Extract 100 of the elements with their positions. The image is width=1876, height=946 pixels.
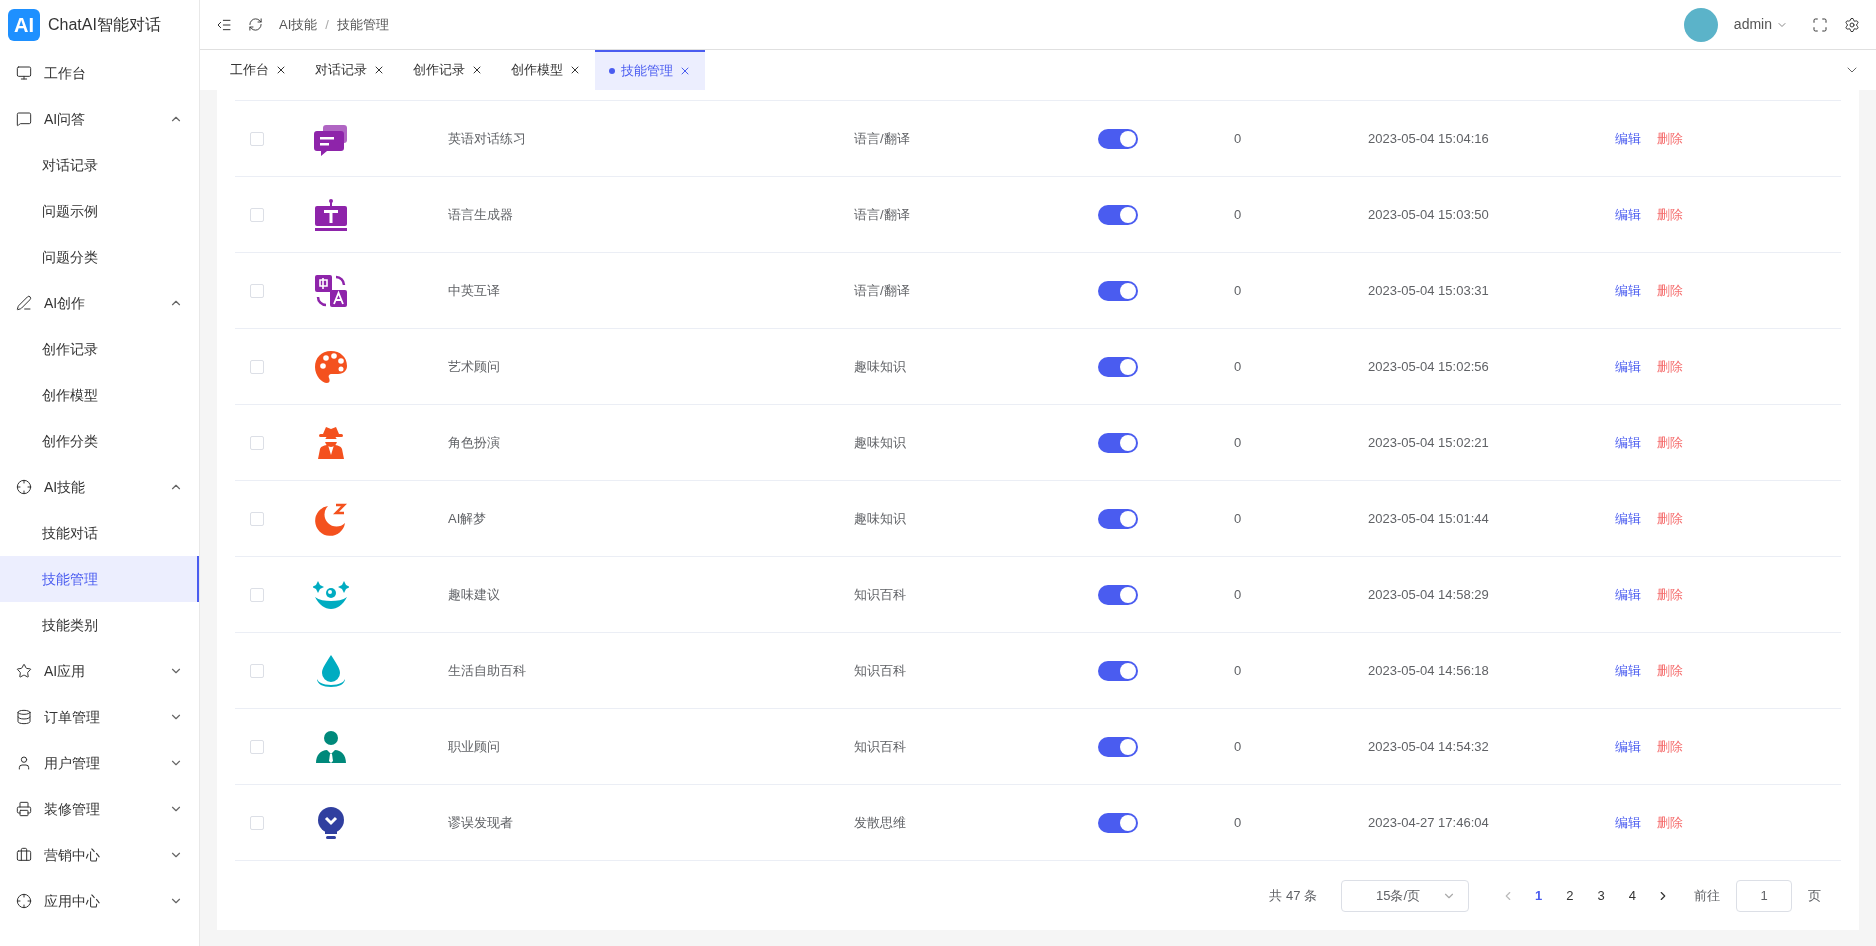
edit-link[interactable]: 编辑: [1615, 508, 1641, 529]
goto-page-field[interactable]: 1: [1736, 879, 1792, 912]
status-switch[interactable]: [1098, 356, 1138, 377]
status-switch[interactable]: [1098, 128, 1138, 149]
sidebar-subitem[interactable]: 创作模型: [0, 372, 199, 418]
table-cell-text: 谬误发现者: [448, 813, 514, 832]
sidebar-item[interactable]: 订单管理: [0, 694, 199, 740]
breadcrumb-item[interactable]: 技能管理: [336, 14, 389, 35]
sidebar-subitem[interactable]: 创作分类: [0, 418, 199, 464]
status-switch[interactable]: [1098, 812, 1138, 833]
table-cell-text: 0: [1234, 281, 1243, 300]
sidebar-subitem[interactable]: 技能管理: [0, 556, 199, 602]
status-switch[interactable]: [1098, 736, 1138, 757]
table-cell-text: 语言生成器: [448, 205, 514, 224]
sidebar-item[interactable]: AI创作: [0, 280, 199, 326]
logo: AI: [8, 9, 40, 41]
row-checkbox[interactable]: [250, 587, 264, 602]
row-checkbox[interactable]: [250, 283, 264, 298]
table-cell-text: 艺术顾问: [448, 357, 501, 376]
table-cell-text: 中英互译: [448, 281, 501, 300]
breadcrumb-separator: /: [325, 15, 329, 34]
table-cell-text: 趣味知识: [854, 357, 907, 376]
printer-icon: [16, 801, 32, 817]
close-icon[interactable]: [373, 64, 385, 76]
status-switch[interactable]: [1098, 508, 1138, 529]
status-switch[interactable]: [1098, 660, 1138, 681]
edit-link[interactable]: 编辑: [1615, 660, 1641, 681]
sidebar-item[interactable]: 装修管理: [0, 786, 199, 832]
table-cell-text: 知识百科: [854, 737, 907, 756]
sidebar-subitem[interactable]: 问题示例: [0, 188, 199, 234]
row-checkbox[interactable]: [250, 815, 264, 830]
user-icon: [16, 755, 32, 771]
row-checkbox[interactable]: [250, 739, 264, 754]
star-icon: [16, 663, 32, 679]
row-checkbox[interactable]: [250, 435, 264, 450]
table-cell-text: 2023-05-04 15:01:44: [1368, 509, 1490, 528]
briefcase-icon: [16, 847, 32, 863]
table-cell-text: 2023-05-04 14:56:18: [1368, 661, 1490, 680]
edit-link[interactable]: 编辑: [1615, 128, 1641, 149]
sidebar-subitem[interactable]: 技能类别: [0, 602, 199, 648]
refresh-icon[interactable]: [248, 17, 263, 32]
page-tab[interactable]: 创作记录: [399, 50, 497, 90]
table-cell-text: 2023-05-04 15:04:16: [1368, 129, 1490, 148]
breadcrumb-item[interactable]: AI技能: [279, 14, 318, 35]
status-switch[interactable]: [1098, 280, 1138, 301]
table-cell-text: 2023-05-04 15:02:56: [1368, 357, 1490, 376]
table-cell-text: 语言/翻译: [854, 281, 911, 300]
user-name[interactable]: admin: [1733, 14, 1772, 35]
page-size-select[interactable]: 15条/页: [1341, 879, 1470, 912]
sidebar-item[interactable]: AI技能: [0, 464, 199, 510]
database-icon: [16, 709, 32, 725]
close-icon[interactable]: [275, 64, 287, 76]
table-cell-text: 知识百科: [854, 661, 907, 680]
sidebar-subitem[interactable]: 创作记录: [0, 326, 199, 372]
page-tab[interactable]: 技能管理: [595, 50, 705, 90]
edit-link[interactable]: 编辑: [1615, 280, 1641, 301]
close-icon[interactable]: [569, 64, 581, 76]
fullscreen-icon[interactable]: [1812, 16, 1828, 33]
sidebar-item[interactable]: AI问答: [0, 96, 199, 142]
status-switch[interactable]: [1098, 584, 1138, 605]
page-number[interactable]: 2: [1562, 885, 1578, 906]
sidebar-item[interactable]: 应用中心: [0, 878, 199, 924]
page-number[interactable]: 3: [1593, 885, 1609, 906]
close-icon[interactable]: [471, 64, 483, 76]
row-checkbox[interactable]: [250, 511, 264, 526]
sidebar-subitem[interactable]: 技能对话: [0, 510, 199, 556]
table-cell-text: 英语对话练习: [448, 129, 527, 148]
table-cell-text: 0: [1234, 129, 1243, 148]
sidebar-item[interactable]: 用户管理: [0, 740, 199, 786]
row-checkbox[interactable]: [250, 131, 264, 146]
page-tab[interactable]: 对话记录: [301, 50, 399, 90]
sidebar-item[interactable]: 营销中心: [0, 832, 199, 878]
sidebar-item[interactable]: AI应用: [0, 648, 199, 694]
edit-link[interactable]: 编辑: [1615, 736, 1641, 757]
page-tab[interactable]: 创作模型: [497, 50, 595, 90]
table-cell-text: 语言/翻译: [854, 205, 911, 224]
palette-icon: [313, 348, 349, 385]
edit-link[interactable]: 编辑: [1615, 432, 1641, 453]
table-cell-text: 0: [1234, 357, 1243, 376]
table-cell-text: 0: [1234, 205, 1243, 224]
row-checkbox[interactable]: [250, 663, 264, 678]
status-switch[interactable]: [1098, 204, 1138, 225]
edit-link[interactable]: 编辑: [1615, 356, 1641, 377]
row-checkbox[interactable]: [250, 359, 264, 374]
table-cell-text: 0: [1234, 813, 1243, 832]
table-cell-text: 2023-05-04 15:03:31: [1368, 281, 1490, 300]
sidebar-item[interactable]: 工作台: [0, 50, 199, 96]
page-number[interactable]: 1: [1531, 885, 1547, 906]
sidebar-subitem[interactable]: 对话记录: [0, 142, 199, 188]
page-tab[interactable]: 工作台: [216, 50, 301, 90]
edit-link[interactable]: 编辑: [1615, 584, 1641, 605]
row-checkbox[interactable]: [250, 207, 264, 222]
settings-icon[interactable]: [1844, 16, 1860, 33]
text-screen-icon: [313, 196, 349, 233]
page-number[interactable]: 4: [1624, 885, 1640, 906]
status-switch[interactable]: [1098, 432, 1138, 453]
edit-link[interactable]: 编辑: [1615, 812, 1641, 833]
edit-link[interactable]: 编辑: [1615, 204, 1641, 225]
table-cell-text: 0: [1234, 509, 1243, 528]
sidebar-subitem[interactable]: 问题分类: [0, 234, 199, 280]
